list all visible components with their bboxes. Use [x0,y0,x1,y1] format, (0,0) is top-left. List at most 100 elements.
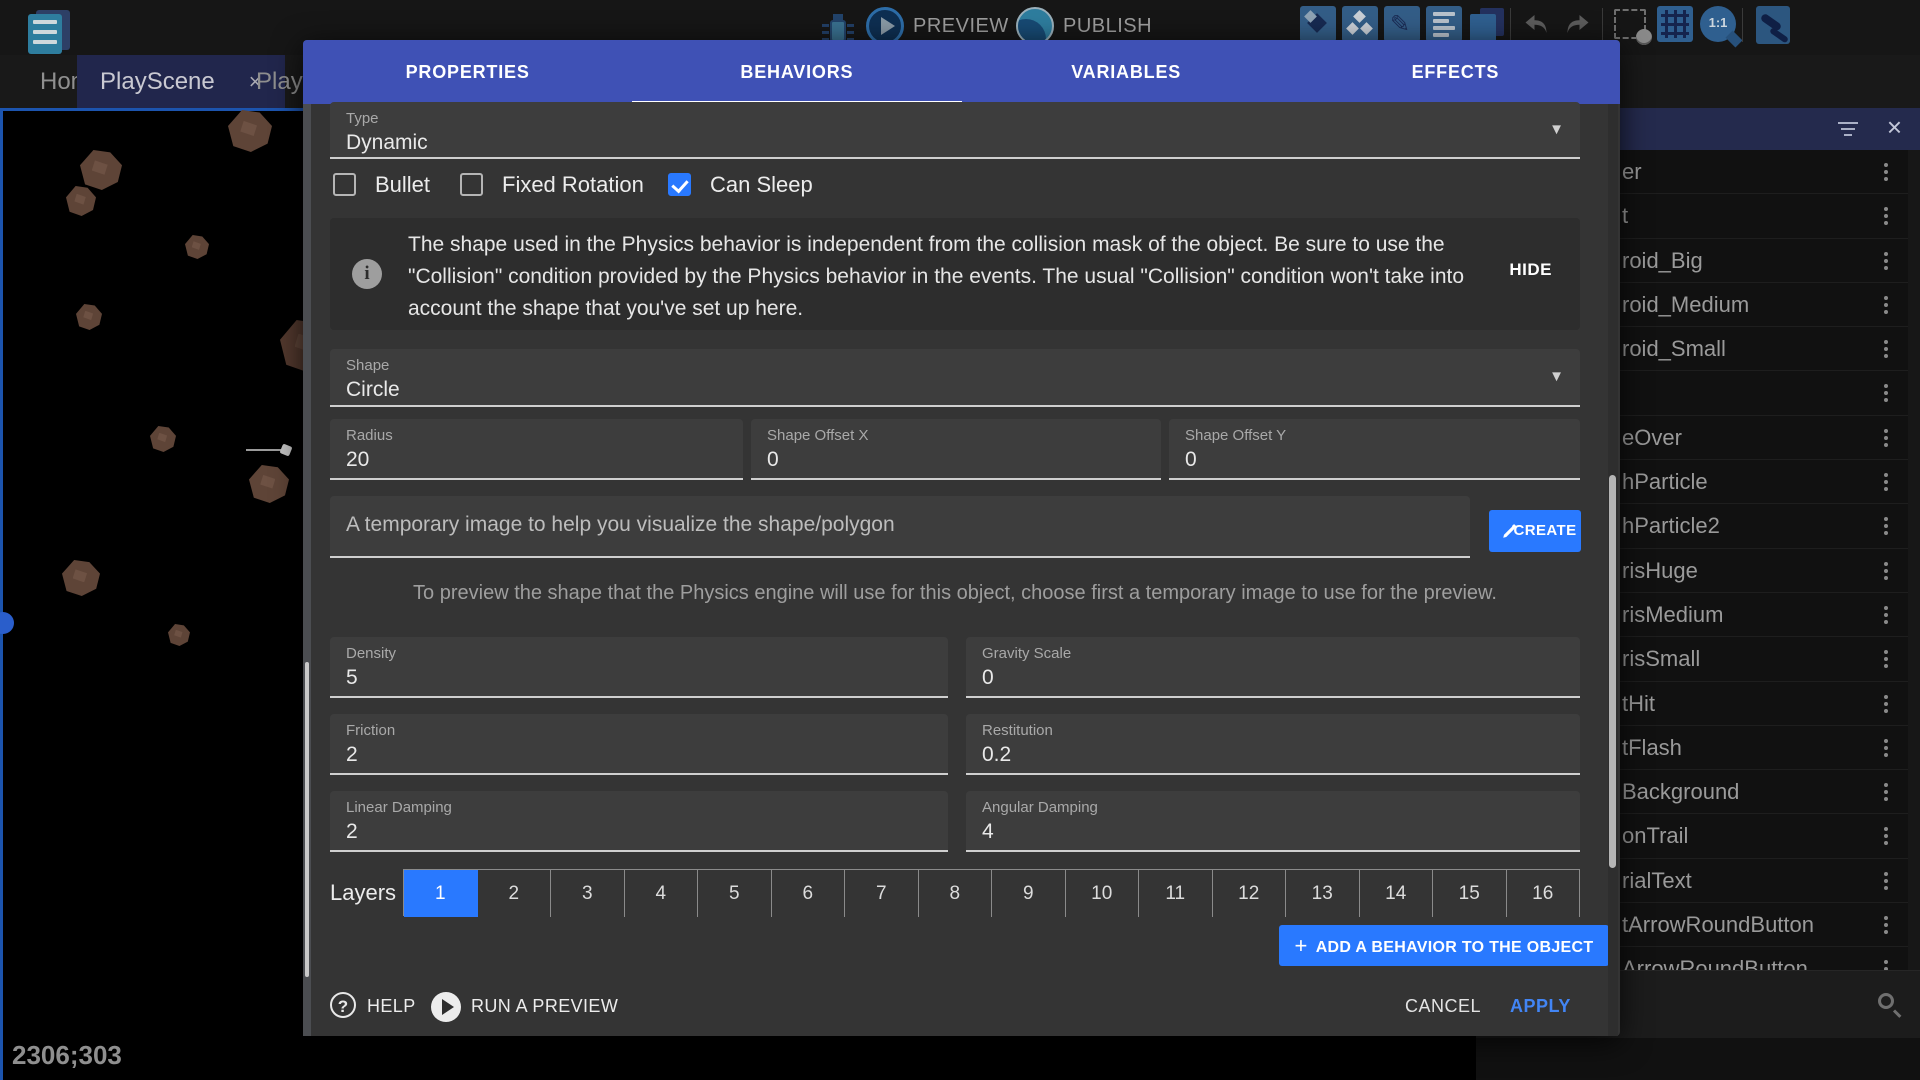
left-scrollbar-track[interactable] [303,104,311,1036]
tab-effects[interactable]: EFFECTS [1291,40,1620,104]
project-manager-icon[interactable] [26,6,76,54]
layer-13[interactable]: 13 [1286,870,1360,917]
asteroid-object[interactable] [228,110,272,152]
tab-behaviors[interactable]: BEHAVIORS [632,40,961,104]
asteroid-object[interactable] [150,426,176,452]
apply-button[interactable]: APPLY [1510,996,1571,1017]
asteroid-object[interactable] [76,304,102,330]
settings-wrench-icon[interactable] [1756,6,1790,44]
item-menu-icon[interactable] [1884,163,1888,167]
preview-button[interactable]: PREVIEW [913,15,1009,38]
item-menu-icon[interactable] [1884,207,1888,211]
bullet-checkbox[interactable] [333,173,356,196]
item-menu-icon[interactable] [1884,739,1888,743]
create-button[interactable]: CREATE [1489,510,1581,552]
layer-2[interactable]: 2 [478,870,552,917]
item-menu-icon[interactable] [1884,252,1888,256]
asteroid-object[interactable] [185,235,209,259]
item-menu-icon[interactable] [1884,827,1888,831]
layer-9[interactable]: 9 [992,870,1066,917]
item-menu-icon[interactable] [1884,650,1888,654]
can-sleep-checkbox[interactable] [668,173,691,196]
deselect-icon[interactable] [1614,9,1646,39]
item-menu-icon[interactable] [1884,384,1888,388]
angular-damping-field[interactable]: Angular Damping 4 [966,791,1580,852]
undo-icon[interactable] [1518,6,1554,42]
item-menu-icon[interactable] [1884,473,1888,477]
tab-variables[interactable]: VARIABLES [962,40,1291,104]
edit-scene-icon[interactable]: ✎ [1384,6,1420,42]
item-menu-icon[interactable] [1884,517,1888,521]
help-button[interactable]: HELP [367,996,416,1017]
layer-16[interactable]: 16 [1507,870,1581,917]
layer-11[interactable]: 11 [1139,870,1213,917]
asteroid-object[interactable] [66,186,96,216]
left-scrollbar-thumb[interactable] [305,662,309,977]
item-menu-icon[interactable] [1884,562,1888,566]
help-icon[interactable]: ? [330,992,356,1018]
layer-3[interactable]: 3 [551,870,625,917]
asteroid-object[interactable] [80,150,122,190]
redo-icon[interactable] [1560,6,1596,42]
layer-1[interactable]: 1 [404,870,478,917]
layer-4[interactable]: 4 [625,870,699,917]
layer-6[interactable]: 6 [772,870,846,917]
item-menu-icon[interactable] [1884,872,1888,876]
run-preview-icon[interactable] [431,992,461,1022]
run-preview-button[interactable]: RUN A PREVIEW [471,996,618,1017]
brush-icon [1501,522,1519,540]
item-menu-icon[interactable] [1884,429,1888,433]
layers-icon[interactable] [1468,6,1504,42]
grid-icon[interactable] [1657,6,1693,42]
objects-icon[interactable] [1300,6,1336,42]
cancel-button[interactable]: CANCEL [1405,996,1481,1017]
layer-10[interactable]: 10 [1066,870,1140,917]
asteroid-object[interactable] [249,465,289,503]
item-menu-icon[interactable] [1884,960,1888,964]
item-menu-icon[interactable] [1884,695,1888,699]
shape-select[interactable]: Shape Circle ▼ [330,349,1580,407]
close-panel-icon[interactable]: × [1887,112,1902,143]
type-select[interactable]: Type Dynamic ▼ [330,102,1580,159]
dialog-scrollbar-thumb[interactable] [1609,475,1616,868]
layer-12[interactable]: 12 [1213,870,1287,917]
layer-15[interactable]: 15 [1433,870,1507,917]
publish-button[interactable]: PUBLISH [1063,15,1152,38]
item-menu-icon[interactable] [1884,296,1888,300]
fixed-rotation-checkbox[interactable] [460,173,483,196]
instances-icon[interactable] [1342,6,1378,42]
physics-behavior-dialog: PROPERTIES BEHAVIORS VARIABLES EFFECTS T… [303,40,1620,1036]
restitution-field[interactable]: Restitution 0.2 [966,714,1580,775]
temp-image-field[interactable]: A temporary image to help you visualize … [330,496,1470,558]
hide-button[interactable]: HIDE [1509,260,1552,280]
item-menu-icon[interactable] [1884,783,1888,787]
item-menu-icon[interactable] [1884,340,1888,344]
panel-scroll-track[interactable] [1908,150,1920,1012]
selection-dot[interactable] [0,612,14,634]
item-menu-icon[interactable] [1884,916,1888,920]
density-field[interactable]: Density 5 [330,637,948,698]
gizmo-handle[interactable] [279,443,292,456]
layer-8[interactable]: 8 [919,870,993,917]
shape-offset-x-field[interactable]: Shape Offset X 0 [751,419,1161,480]
gravity-scale-field[interactable]: Gravity Scale 0 [966,637,1580,698]
layer-7[interactable]: 7 [845,870,919,917]
layer-14[interactable]: 14 [1360,870,1434,917]
cursor-coordinates: 2306;303 [12,1040,122,1071]
asteroid-object[interactable] [168,624,190,646]
add-behavior-button[interactable]: +ADD A BEHAVIOR TO THE OBJECT [1279,925,1609,966]
filter-icon[interactable] [1838,122,1858,140]
layer-5[interactable]: 5 [698,870,772,917]
zoom-1-1-icon[interactable]: 1:1 [1700,6,1736,42]
dialog-footer: ? HELP RUN A PREVIEW CANCEL APPLY [303,985,1620,1036]
events-icon[interactable] [1426,6,1462,42]
item-menu-icon[interactable] [1884,606,1888,610]
linear-damping-field[interactable]: Linear Damping 2 [330,791,948,852]
radius-field[interactable]: Radius 20 [330,419,743,480]
friction-field[interactable]: Friction 2 [330,714,948,775]
info-icon: i [352,259,382,289]
asteroid-object[interactable] [62,560,100,596]
dialog-scrollbar-track[interactable] [1608,104,1618,1036]
shape-offset-y-field[interactable]: Shape Offset Y 0 [1169,419,1580,480]
tab-properties[interactable]: PROPERTIES [303,40,632,104]
